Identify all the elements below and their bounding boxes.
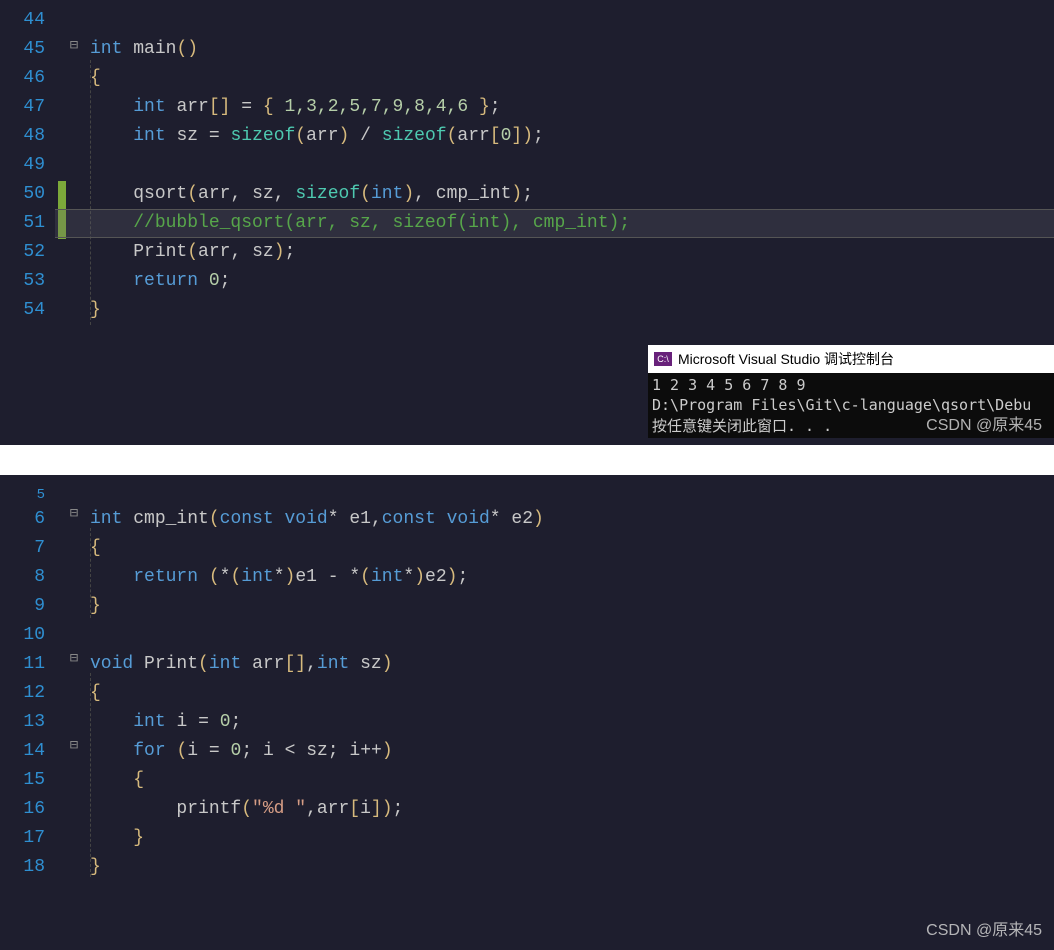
line-number: 54 bbox=[0, 296, 45, 325]
line-number: 6 bbox=[0, 505, 45, 534]
code-area-2[interactable]: ⊟ ⊟ ⊟ int cmp_int(const void* e1,const v… bbox=[55, 475, 1054, 950]
code-line: return 0; bbox=[90, 267, 1054, 296]
code-line bbox=[90, 6, 1054, 35]
line-number: 14 bbox=[0, 737, 45, 766]
line-number: 50 bbox=[0, 180, 45, 209]
line-number: 9 bbox=[0, 592, 45, 621]
console-line: 1 2 3 4 5 6 7 8 9 bbox=[652, 375, 1050, 395]
line-number: 17 bbox=[0, 824, 45, 853]
line-number: 18 bbox=[0, 853, 45, 882]
line-number: 8 bbox=[0, 563, 45, 592]
line-number: 52 bbox=[0, 238, 45, 267]
line-number: 53 bbox=[0, 267, 45, 296]
console-titlebar[interactable]: C:\ Microsoft Visual Studio 调试控制台 bbox=[648, 345, 1054, 373]
code-line: } bbox=[90, 853, 1054, 882]
line-number: 10 bbox=[0, 621, 45, 650]
line-number: 15 bbox=[0, 766, 45, 795]
code-line: int sz = sizeof(arr) / sizeof(arr[0]); bbox=[90, 122, 1054, 151]
line-number: 46 bbox=[0, 64, 45, 93]
line-number: 48 bbox=[0, 122, 45, 151]
line-number: 47 bbox=[0, 93, 45, 122]
code-line: } bbox=[90, 296, 1054, 325]
code-line bbox=[90, 151, 1054, 180]
code-line: } bbox=[90, 592, 1054, 621]
line-number: 5 bbox=[0, 481, 45, 505]
code-line: { bbox=[90, 766, 1054, 795]
code-line bbox=[90, 621, 1054, 650]
fold-minus-icon[interactable]: ⊟ bbox=[67, 648, 81, 670]
code-line: printf("%d ",arr[i]); bbox=[90, 795, 1054, 824]
line-number: 13 bbox=[0, 708, 45, 737]
line-number: 12 bbox=[0, 679, 45, 708]
code-line: int cmp_int(const void* e1,const void* e… bbox=[90, 505, 1054, 534]
line-number: 49 bbox=[0, 151, 45, 180]
code-line: return (*(int*)e1 - *(int*)e2); bbox=[90, 563, 1054, 592]
watermark-text: CSDN @原来45 bbox=[926, 413, 1042, 439]
code-line: { bbox=[90, 679, 1054, 708]
vs-console-icon: C:\ bbox=[654, 352, 672, 366]
code-line: int arr[] = { 1,3,2,5,7,9,8,4,6 }; bbox=[90, 93, 1054, 122]
code-line: qsort(arr, sz, sizeof(int), cmp_int); bbox=[90, 180, 1054, 209]
fold-minus-icon[interactable]: ⊟ bbox=[67, 35, 81, 57]
line-number: 11 bbox=[0, 650, 45, 679]
line-number: 44 bbox=[0, 6, 45, 35]
code-line: int i = 0; bbox=[90, 708, 1054, 737]
code-line bbox=[90, 481, 1054, 505]
gutter-2: 5 6 7 8 9 10 11 12 13 14 15 16 17 18 bbox=[0, 475, 55, 950]
code-line: int main() bbox=[90, 35, 1054, 64]
line-number: 7 bbox=[0, 534, 45, 563]
line-number: 45 bbox=[0, 35, 45, 64]
fold-minus-icon[interactable]: ⊟ bbox=[67, 735, 81, 757]
code-line: { bbox=[90, 534, 1054, 563]
code-editor-block-2: 5 6 7 8 9 10 11 12 13 14 15 16 17 18 ⊟ ⊟… bbox=[0, 475, 1054, 950]
code-line: { bbox=[90, 64, 1054, 93]
line-number: 16 bbox=[0, 795, 45, 824]
code-line: void Print(int arr[],int sz) bbox=[90, 650, 1054, 679]
code-line: for (i = 0; i < sz; i++) bbox=[90, 737, 1054, 766]
fold-minus-icon[interactable]: ⊟ bbox=[67, 503, 81, 525]
code-editor-block-1: 44 45 46 47 48 49 50 51 52 53 54 ⊟ int m… bbox=[0, 0, 1054, 445]
watermark-text: CSDN @原来45 bbox=[926, 918, 1042, 944]
code-line: } bbox=[90, 824, 1054, 853]
line-number: 51 bbox=[0, 209, 45, 238]
code-line: Print(arr, sz); bbox=[90, 238, 1054, 267]
code-line: //bubble_qsort(arr, sz, sizeof(int), cmp… bbox=[90, 209, 1054, 238]
code-area-1[interactable]: ⊟ int main() { int arr[] = { 1,3,2,5,7,9… bbox=[55, 0, 1054, 445]
gutter-1: 44 45 46 47 48 49 50 51 52 53 54 bbox=[0, 0, 55, 445]
console-title: Microsoft Visual Studio 调试控制台 bbox=[678, 348, 894, 370]
